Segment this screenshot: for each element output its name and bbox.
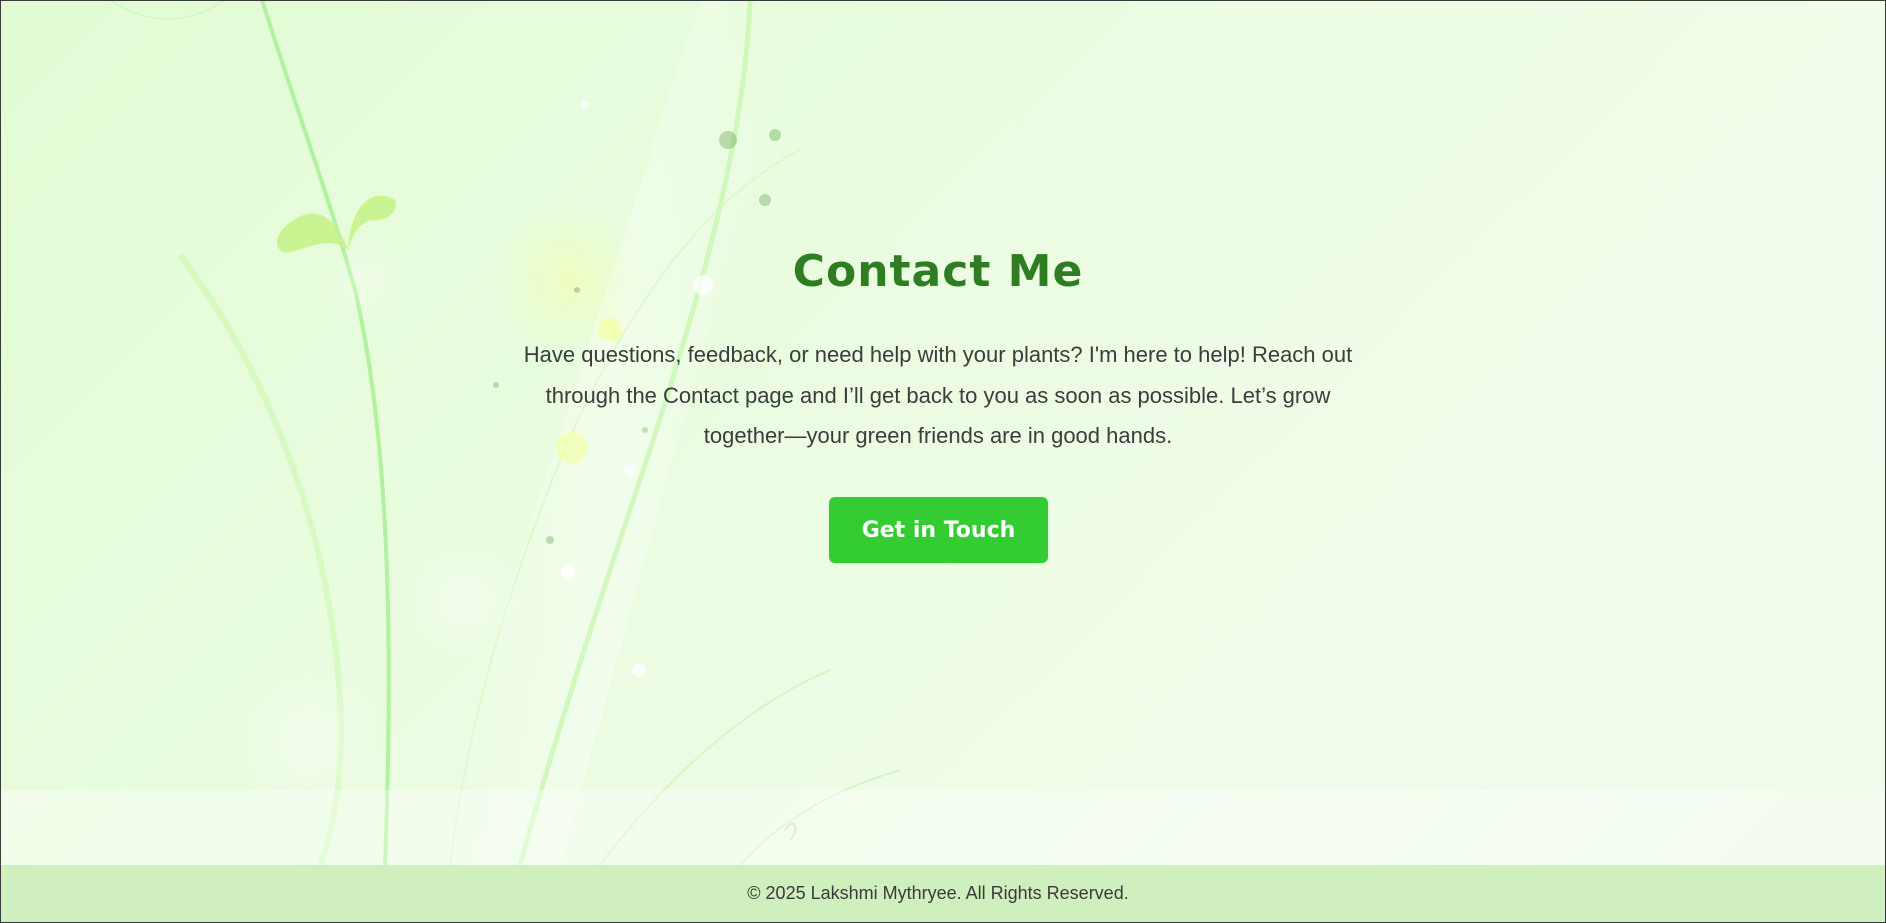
footer: © 2025 Lakshmi Mythryee. All Rights Rese… [0, 865, 1886, 923]
contact-hero: Contact Me Have questions, feedback, or … [0, 0, 1886, 865]
contact-description: Have questions, feedback, or need help w… [523, 342, 1353, 448]
get-in-touch-button[interactable]: Get in Touch [829, 497, 1048, 563]
page-title: Contact Me [792, 246, 1084, 297]
copyright-text: © 2025 Lakshmi Mythryee. All Rights Rese… [747, 883, 1129, 903]
